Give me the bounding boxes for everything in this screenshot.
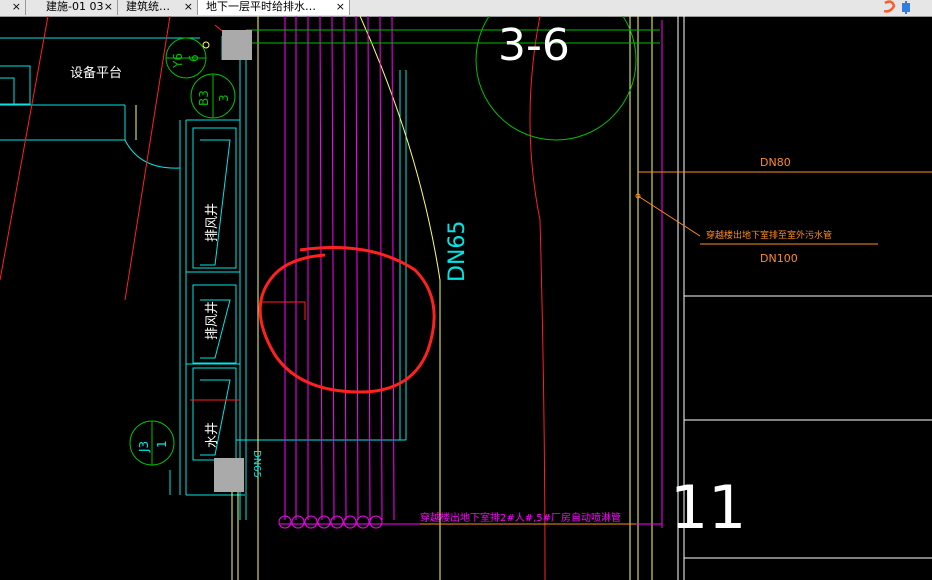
grid-number-bottom: 11: [670, 473, 746, 543]
bubble-j3-b: 1: [155, 440, 169, 448]
label-shaft-1: 排风井: [205, 203, 220, 242]
grid-label: 3-6: [498, 20, 570, 71]
tab-0[interactable]: ×: [0, 0, 26, 15]
marker-icon: [202, 41, 210, 49]
pipe-dn65-small: DN65: [251, 450, 262, 478]
close-icon[interactable]: ×: [336, 0, 345, 14]
tab-bar: × 建施-01 03 × 建筑统… × 地下一层平时给排水… ×: [0, 0, 932, 17]
close-icon[interactable]: ×: [104, 0, 113, 14]
equipment-block: [222, 30, 252, 60]
pipe-dn100: DN100: [760, 252, 798, 265]
bubble-j3-a: J3: [137, 441, 151, 453]
annotation-right: 穿越楼出地下室排至室外污水管: [706, 229, 832, 241]
pipe-dn80: DN80: [760, 156, 791, 169]
annotation-bottom: 穿越楼出地下室排2#人#,5#厂房自动喷淋管: [420, 511, 621, 524]
bubble-b3-a: B3: [197, 90, 211, 106]
pipe-end-circles: [278, 515, 383, 529]
tab-3-label: 地下一层平时给排水…: [206, 0, 316, 13]
tab-3[interactable]: 地下一层平时给排水… ×: [198, 0, 350, 15]
tab-2[interactable]: 建筑统… ×: [118, 0, 198, 15]
cad-drawing-canvas[interactable]: 设备平台 排风井 排风井 水井 Y6 6 B3 3 J3 1 3-6 DN65 …: [0, 16, 932, 580]
shaft-symbols: [200, 139, 231, 456]
close-icon[interactable]: ×: [184, 0, 193, 14]
orange-leaders: [420, 171, 932, 525]
red-markup-circle: [258, 246, 436, 394]
pipe-dn65-vertical: DN65: [445, 221, 470, 282]
bubble-y6-a: Y6: [171, 53, 185, 69]
label-shaft-3: 水井: [205, 422, 220, 448]
magenta-pipes: [280, 16, 663, 528]
label-shaft-2: 排风井: [205, 301, 220, 340]
label-platform: 设备平台: [70, 65, 122, 81]
close-icon[interactable]: ×: [12, 0, 21, 14]
equipment-block: [214, 458, 244, 492]
bubble-b3-b: 3: [217, 94, 231, 102]
red-lines: [0, 16, 546, 580]
app-logo-icon: [883, 0, 910, 14]
bubble-y6-b: 6: [187, 54, 201, 62]
tab-2-label: 建筑统…: [126, 0, 170, 13]
tab-1-label: 建施-01 03: [46, 0, 104, 13]
tab-1[interactable]: 建施-01 03 ×: [38, 0, 118, 15]
